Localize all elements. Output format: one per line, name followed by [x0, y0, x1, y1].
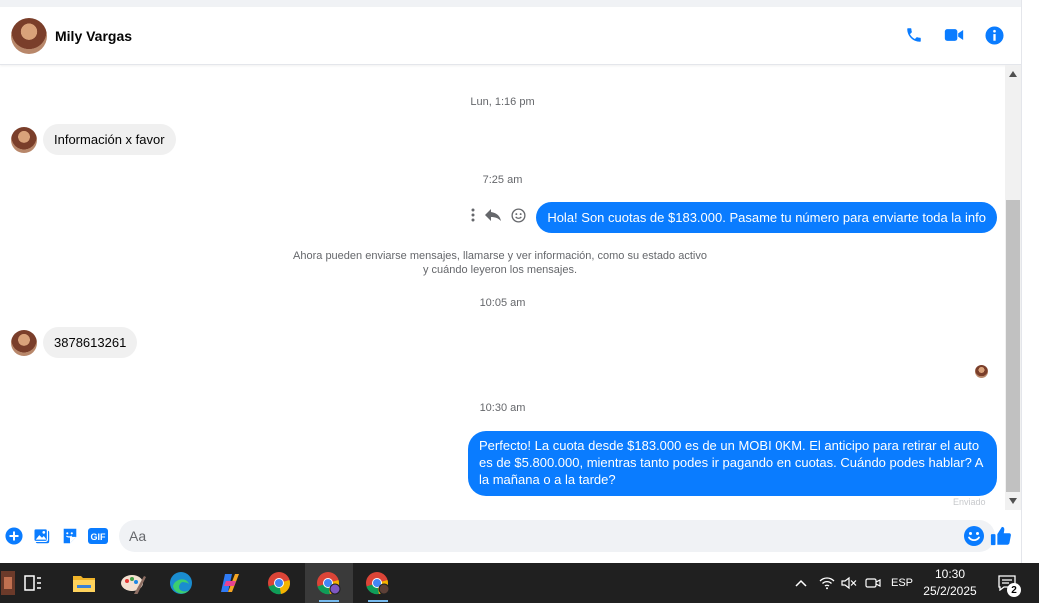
copilot-icon[interactable]: [206, 563, 254, 603]
thread-scrollbar[interactable]: [1005, 65, 1021, 510]
reply-icon[interactable]: [485, 208, 502, 227]
outgoing-message[interactable]: Hola! Son cuotas de $183.000. Pasame tu …: [536, 202, 997, 233]
photo-icon[interactable]: [31, 525, 53, 547]
timestamp: 10:30 am: [479, 402, 526, 414]
incoming-message-row: 3878613261: [11, 327, 138, 358]
paint-icon[interactable]: [109, 563, 157, 603]
outgoing-message-row: Hola! Son cuotas de $183.000. Pasame tu …: [471, 202, 997, 233]
file-explorer-icon[interactable]: [60, 563, 108, 603]
contact-avatar-small[interactable]: [11, 329, 37, 356]
incoming-message[interactable]: Información x favor: [43, 124, 176, 155]
chrome-profile-2-icon[interactable]: [354, 563, 402, 603]
conversation-header: Mily Vargas: [0, 7, 1021, 65]
scroll-up-arrow-icon[interactable]: [1005, 67, 1021, 81]
phone-icon[interactable]: [903, 24, 925, 46]
incoming-message[interactable]: 3878613261: [43, 327, 138, 358]
thumbs-up-icon[interactable]: [990, 525, 1012, 552]
sent-status: Enviado: [953, 497, 986, 507]
chrome-icon[interactable]: [255, 563, 303, 603]
header-actions: [903, 24, 1005, 46]
contact-name[interactable]: Mily Vargas: [55, 28, 132, 44]
info-icon[interactable]: [983, 24, 1005, 46]
outgoing-message-row: Perfecto! La cuota desde $183.000 es de …: [468, 431, 997, 496]
timestamp: Lun, 1:16 pm: [470, 96, 535, 108]
top-divider: [0, 0, 1021, 7]
timestamp: 7:25 am: [482, 174, 523, 186]
message-input-container: [119, 520, 995, 552]
messenger-window: Mily Vargas Lun, 1:16 pm Información x f…: [0, 0, 1039, 563]
plus-icon[interactable]: [3, 525, 25, 547]
notice-line: y cuándo leyeron los mensajes.: [422, 264, 578, 276]
emoji-icon[interactable]: [963, 525, 985, 552]
chrome-profile-icon[interactable]: [305, 563, 353, 603]
chevron-up-icon[interactable]: [790, 563, 812, 603]
gif-label: GIF: [91, 532, 107, 542]
window-edge: [1021, 0, 1039, 563]
timestamp: 10:05 am: [479, 297, 526, 309]
contact-avatar[interactable]: [11, 17, 47, 54]
react-emoji-icon[interactable]: [511, 207, 526, 228]
privacy-notice: Ahora pueden enviarse mensajes, llamarse…: [250, 249, 750, 277]
gif-icon[interactable]: GIF: [87, 525, 109, 547]
wifi-icon[interactable]: [816, 563, 838, 603]
meet-now-icon[interactable]: [862, 563, 884, 603]
scroll-down-arrow-icon[interactable]: [1005, 494, 1021, 508]
taskbar-clock[interactable]: 10:30 25/2/2025: [918, 566, 982, 600]
task-view-icon[interactable]: [9, 563, 57, 603]
video-camera-icon[interactable]: [943, 24, 965, 46]
message-composer: GIF: [0, 518, 1021, 554]
incoming-message-row: Información x favor: [11, 124, 176, 155]
seen-avatar: [975, 365, 988, 378]
notification-count: 2: [1007, 583, 1021, 597]
message-thread[interactable]: Lun, 1:16 pm Información x favor 7:25 am…: [0, 65, 1005, 510]
language-indicator[interactable]: ESP: [886, 563, 918, 603]
scrollbar-thumb[interactable]: [1006, 200, 1020, 492]
message-input[interactable]: [129, 528, 929, 544]
edge-icon[interactable]: [157, 563, 205, 603]
more-options-icon[interactable]: [471, 208, 475, 227]
sticker-icon[interactable]: [59, 525, 81, 547]
windows-taskbar: ESP 10:30 25/2/2025 2: [0, 563, 1039, 603]
volume-muted-icon[interactable]: [838, 563, 860, 603]
message-actions: [471, 207, 526, 228]
contact-avatar-small[interactable]: [11, 126, 37, 153]
clock-time: 10:30: [934, 567, 966, 581]
clock-date: 25/2/2025: [923, 584, 977, 598]
outgoing-message[interactable]: Perfecto! La cuota desde $183.000 es de …: [468, 431, 997, 496]
notice-line: Ahora pueden enviarse mensajes, llamarse…: [293, 250, 707, 262]
